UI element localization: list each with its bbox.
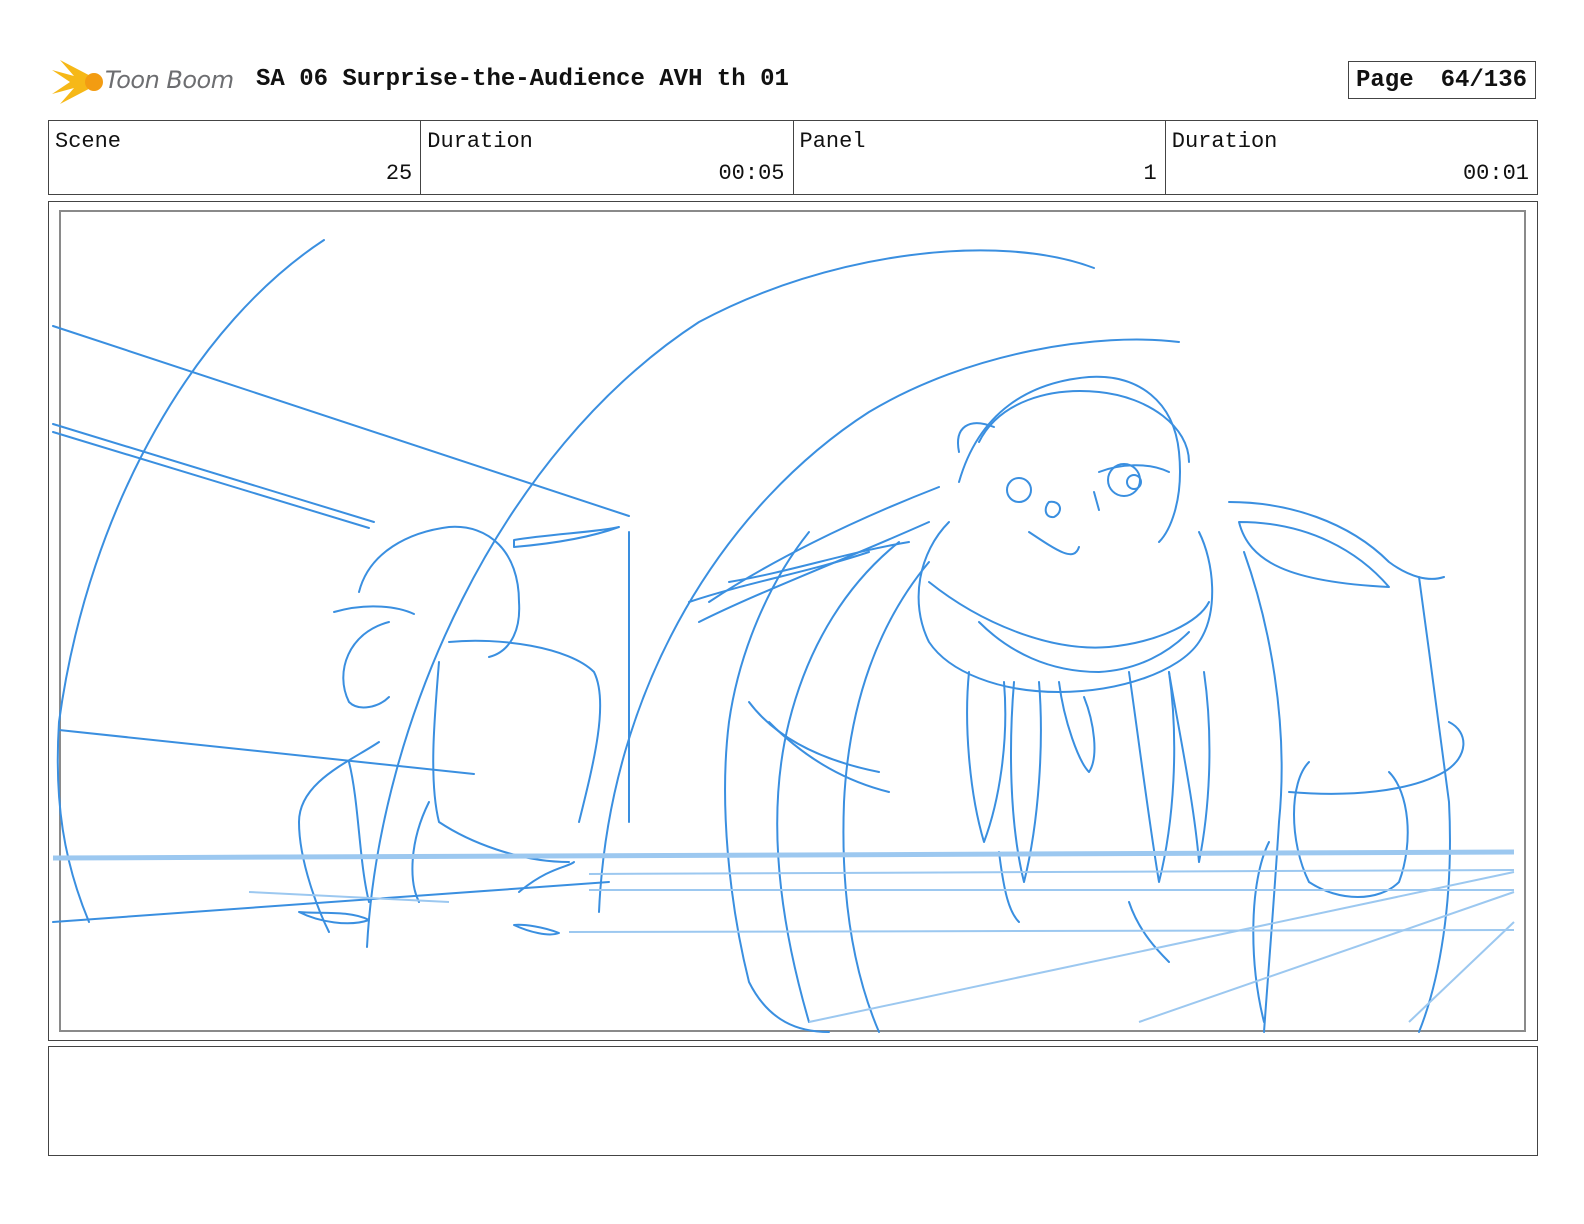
panel-duration-cell: Duration 00:01 — [1166, 121, 1537, 194]
toon-boom-logo: Toon Boom — [50, 56, 240, 108]
scene-duration-value: 00:05 — [718, 161, 785, 186]
panel-label: Panel — [799, 129, 866, 154]
page-title: SA 06 Surprise-the-Audience AVH th 01 — [256, 66, 789, 93]
scene-cell: Scene 25 — [49, 121, 422, 194]
panel-info-table: Scene 25 Duration 00:05 Panel 1 Duration… — [48, 120, 1538, 195]
panel-duration-label: Duration — [1171, 129, 1278, 154]
panel-frame — [48, 201, 1538, 1041]
scene-value: 25 — [385, 161, 413, 186]
panel-duration-value: 00:01 — [1462, 161, 1529, 186]
storyboard-sketch — [52, 239, 1515, 1033]
page-value: 64/136 — [1440, 66, 1527, 94]
scene-duration-cell: Duration 00:05 — [421, 121, 794, 194]
logo-text: Toon Boom — [105, 66, 234, 94]
panel-notes — [48, 1046, 1538, 1156]
scene-duration-label: Duration — [427, 129, 533, 154]
scene-label: Scene — [55, 129, 122, 154]
page-label: Page — [1356, 66, 1414, 94]
starburst-icon — [52, 60, 103, 104]
page-counter: Page 64/136 — [1348, 61, 1536, 99]
panel-cell: Panel 1 — [794, 121, 1166, 194]
panel-value: 1 — [1143, 161, 1157, 186]
